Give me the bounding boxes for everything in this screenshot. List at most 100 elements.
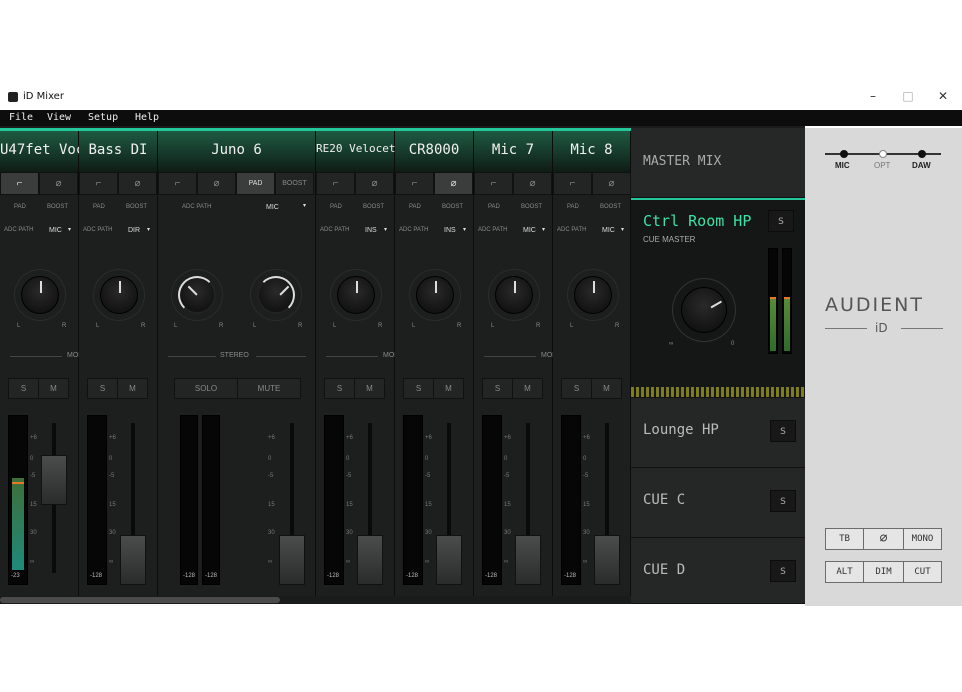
boost-button[interactable]: BOOST <box>275 172 314 195</box>
chevron-down-icon[interactable]: ▾ <box>384 226 387 233</box>
adc-path-select[interactable]: DIR <box>128 227 140 234</box>
high-pass-filter-icon[interactable]: ⌐ <box>316 172 355 195</box>
master-mix-item[interactable]: MASTER MIX <box>631 128 805 198</box>
adc-path-select[interactable]: INS <box>444 227 456 234</box>
mute-button[interactable]: M <box>591 378 622 399</box>
polarity-icon[interactable]: ⌀ <box>197 172 236 195</box>
boost-button[interactable]: BOOST <box>363 204 384 210</box>
pan-knob[interactable] <box>100 276 138 314</box>
adc-path-select[interactable]: MIC <box>266 204 279 211</box>
solo-button[interactable]: S <box>87 378 118 399</box>
cut-button[interactable]: CUT <box>903 561 942 583</box>
chevron-down-icon[interactable]: ▾ <box>303 202 306 209</box>
talkback-button[interactable]: TB <box>825 528 864 550</box>
pad-button[interactable]: PAD <box>488 204 500 210</box>
mute-button[interactable]: MUTE <box>237 378 301 399</box>
channel-name[interactable]: Mic 7 <box>474 142 552 158</box>
chevron-down-icon[interactable]: ▾ <box>621 226 624 233</box>
boost-button[interactable]: BOOST <box>521 204 542 210</box>
adc-path-select[interactable]: MIC <box>523 227 536 234</box>
high-pass-filter-icon[interactable]: ⌐ <box>79 172 118 195</box>
minimize-button[interactable]: – <box>863 89 883 103</box>
adc-path-select[interactable]: MIC <box>49 227 62 234</box>
high-pass-filter-icon[interactable]: ⌐ <box>553 172 592 195</box>
lounge-hp-item[interactable]: Lounge HP S <box>631 398 805 468</box>
solo-button[interactable]: S <box>561 378 592 399</box>
boost-button[interactable]: BOOST <box>600 204 621 210</box>
fader-handle[interactable] <box>515 535 541 585</box>
high-pass-filter-icon[interactable]: ⌐ <box>158 172 197 195</box>
pad-button[interactable]: PAD <box>409 204 421 210</box>
chevron-down-icon[interactable]: ▾ <box>68 226 71 233</box>
mute-button[interactable]: M <box>512 378 543 399</box>
polarity-icon[interactable]: ⌀ <box>592 172 631 195</box>
mono-button[interactable]: MONO <box>903 528 942 550</box>
fader-handle[interactable] <box>594 535 620 585</box>
horizontal-scrollbar[interactable] <box>0 597 280 603</box>
maximize-button[interactable]: □ <box>898 89 918 103</box>
solo-button[interactable]: S <box>8 378 39 399</box>
mute-button[interactable]: M <box>117 378 148 399</box>
channel-name[interactable]: CR8000 <box>395 142 473 158</box>
fader-handle[interactable] <box>41 455 67 505</box>
chevron-down-icon[interactable]: ▾ <box>542 226 545 233</box>
source-switch-daw-dot[interactable] <box>918 150 926 158</box>
menu-setup[interactable]: Setup <box>88 112 118 123</box>
source-switch-opt-dot[interactable] <box>879 150 887 158</box>
source-switch-mic-dot[interactable] <box>840 150 848 158</box>
pan-knob[interactable] <box>416 276 454 314</box>
pan-knob[interactable] <box>178 276 216 314</box>
channel-name[interactable]: Juno 6 <box>158 142 315 158</box>
cue-c-item[interactable]: CUE C S <box>631 468 805 538</box>
pan-knob[interactable] <box>574 276 612 314</box>
chevron-down-icon[interactable]: ▾ <box>463 226 466 233</box>
adc-path-select[interactable]: MIC <box>602 227 615 234</box>
pan-knob[interactable] <box>21 276 59 314</box>
mute-button[interactable]: M <box>354 378 385 399</box>
pad-button[interactable]: PAD <box>567 204 579 210</box>
polarity-icon[interactable]: ⌀ <box>434 172 473 195</box>
cue-d-item[interactable]: CUE D S <box>631 538 805 604</box>
channel-name[interactable]: RE20 Velocette <box>316 142 409 155</box>
high-pass-filter-icon[interactable]: ⌐ <box>395 172 434 195</box>
channel-name[interactable]: U47fet Vocal <box>0 142 101 158</box>
high-pass-filter-icon[interactable]: ⌐ <box>0 172 39 195</box>
channel-name[interactable]: Mic 8 <box>553 142 630 158</box>
lounge-hp-solo-button[interactable]: S <box>770 420 796 442</box>
channel-name[interactable]: Bass DI <box>79 142 157 158</box>
polarity-icon[interactable]: ⌀ <box>355 172 394 195</box>
fader-handle[interactable] <box>279 535 305 585</box>
boost-button[interactable]: BOOST <box>47 204 68 210</box>
ctrl-room-volume-knob[interactable] <box>681 287 727 333</box>
polarity-button[interactable]: ⌀ <box>863 528 904 550</box>
high-pass-filter-icon[interactable]: ⌐ <box>474 172 513 195</box>
cue-d-solo-button[interactable]: S <box>770 560 796 582</box>
close-button[interactable]: ✕ <box>933 89 953 103</box>
dim-button[interactable]: DIM <box>863 561 904 583</box>
menu-view[interactable]: View <box>47 112 71 123</box>
pan-knob[interactable] <box>495 276 533 314</box>
ctrl-room-solo-button[interactable]: S <box>768 210 794 232</box>
pan-knob[interactable] <box>337 276 375 314</box>
mute-button[interactable]: M <box>433 378 464 399</box>
ctrl-room-panel[interactable]: Ctrl Room HP CUE MASTER S ∞ 0 <box>631 198 805 398</box>
menu-help[interactable]: Help <box>135 112 159 123</box>
fader-handle[interactable] <box>357 535 383 585</box>
menu-file[interactable]: File <box>9 112 33 123</box>
chevron-down-icon[interactable]: ▾ <box>147 226 150 233</box>
polarity-icon[interactable]: ⌀ <box>513 172 552 195</box>
mute-button[interactable]: M <box>38 378 69 399</box>
solo-button[interactable]: S <box>482 378 513 399</box>
polarity-icon[interactable]: ⌀ <box>118 172 157 195</box>
adc-path-select[interactable]: INS <box>365 227 377 234</box>
pan-knob[interactable] <box>257 276 295 314</box>
pad-button[interactable]: PAD <box>93 204 105 210</box>
fader-handle[interactable] <box>436 535 462 585</box>
solo-button[interactable]: SOLO <box>174 378 238 399</box>
fader-handle[interactable] <box>120 535 146 585</box>
solo-button[interactable]: S <box>403 378 434 399</box>
cue-c-solo-button[interactable]: S <box>770 490 796 512</box>
solo-button[interactable]: S <box>324 378 355 399</box>
alt-button[interactable]: ALT <box>825 561 864 583</box>
polarity-icon[interactable]: ⌀ <box>39 172 78 195</box>
